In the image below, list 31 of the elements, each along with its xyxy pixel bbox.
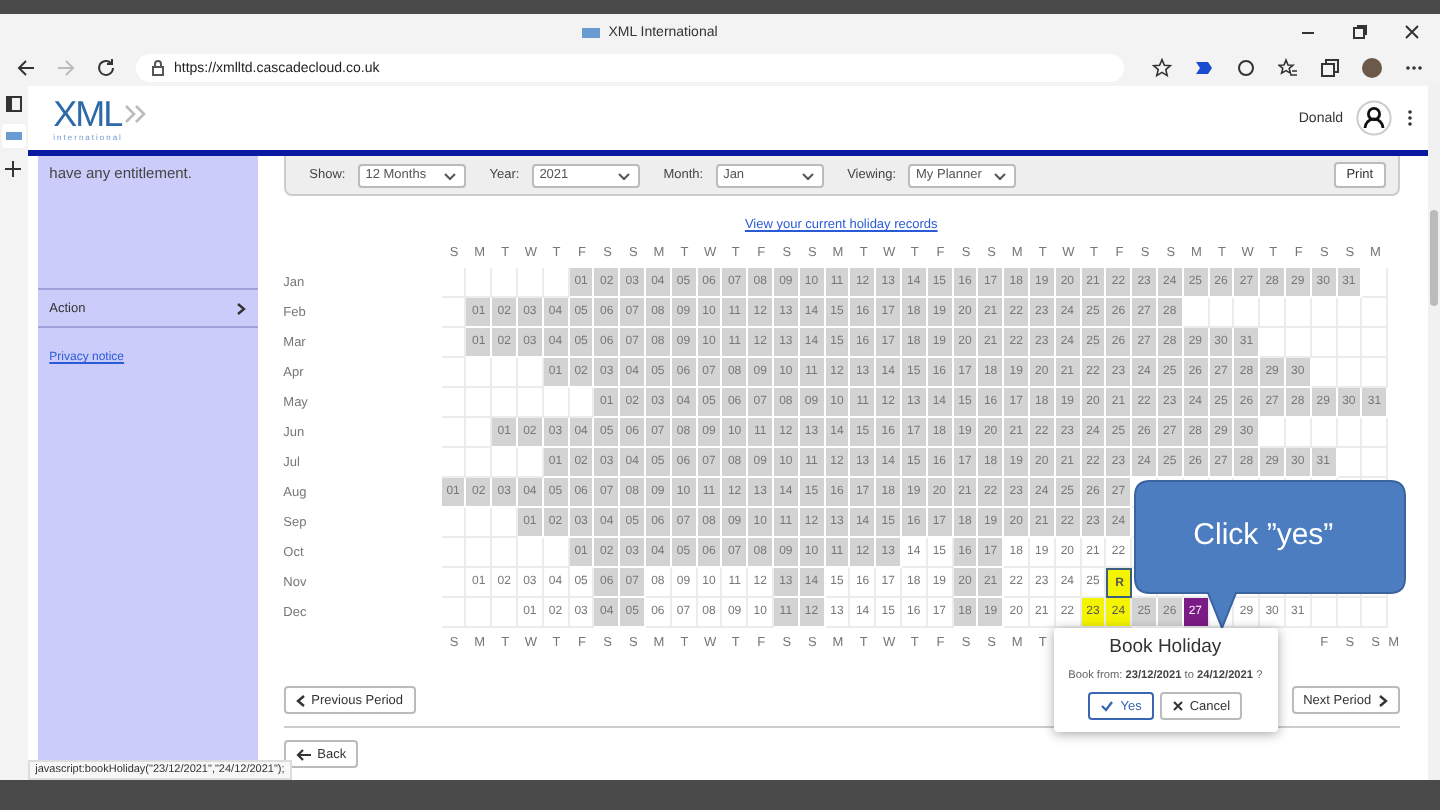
back-arrow-icon[interactable] xyxy=(16,58,36,78)
tab-actions-icon[interactable] xyxy=(5,96,22,112)
chevron-left-icon xyxy=(295,693,306,707)
callout-text: Click ”yes” xyxy=(1193,518,1334,552)
favorites-icon[interactable] xyxy=(1278,58,1298,78)
user-avatar-icon[interactable] xyxy=(1355,100,1392,136)
close-icon xyxy=(1171,700,1184,712)
favorite-star-icon[interactable] xyxy=(1152,58,1172,78)
dialog-title: Book Holiday xyxy=(1109,636,1222,658)
chevron-down-icon xyxy=(799,167,816,183)
chevron-right-icon[interactable] xyxy=(235,301,246,315)
scrollbar-thumb[interactable] xyxy=(1429,210,1438,306)
site-icon xyxy=(5,132,22,140)
collections-icon[interactable] xyxy=(1320,58,1340,78)
chevron-down-icon xyxy=(992,167,1009,183)
chevron-down-icon xyxy=(615,167,632,183)
kebab-menu-icon[interactable] xyxy=(1403,108,1416,128)
site-icon xyxy=(582,27,601,37)
close-icon[interactable] xyxy=(1404,24,1420,40)
logo-text: XML xyxy=(53,95,122,131)
tab-favicon[interactable] xyxy=(1,124,26,148)
chevron-right-icon xyxy=(1377,693,1388,707)
reload-icon[interactable] xyxy=(96,58,116,78)
new-tab-plus-icon[interactable] xyxy=(4,160,23,178)
check-icon xyxy=(1100,700,1115,712)
lock-icon xyxy=(152,60,164,76)
double-chevron-icon xyxy=(123,103,148,123)
profile-avatar[interactable] xyxy=(1362,58,1382,78)
restore-icon[interactable] xyxy=(1352,24,1368,40)
chevron-down-icon xyxy=(441,167,458,183)
arrow-left-icon xyxy=(295,747,312,761)
